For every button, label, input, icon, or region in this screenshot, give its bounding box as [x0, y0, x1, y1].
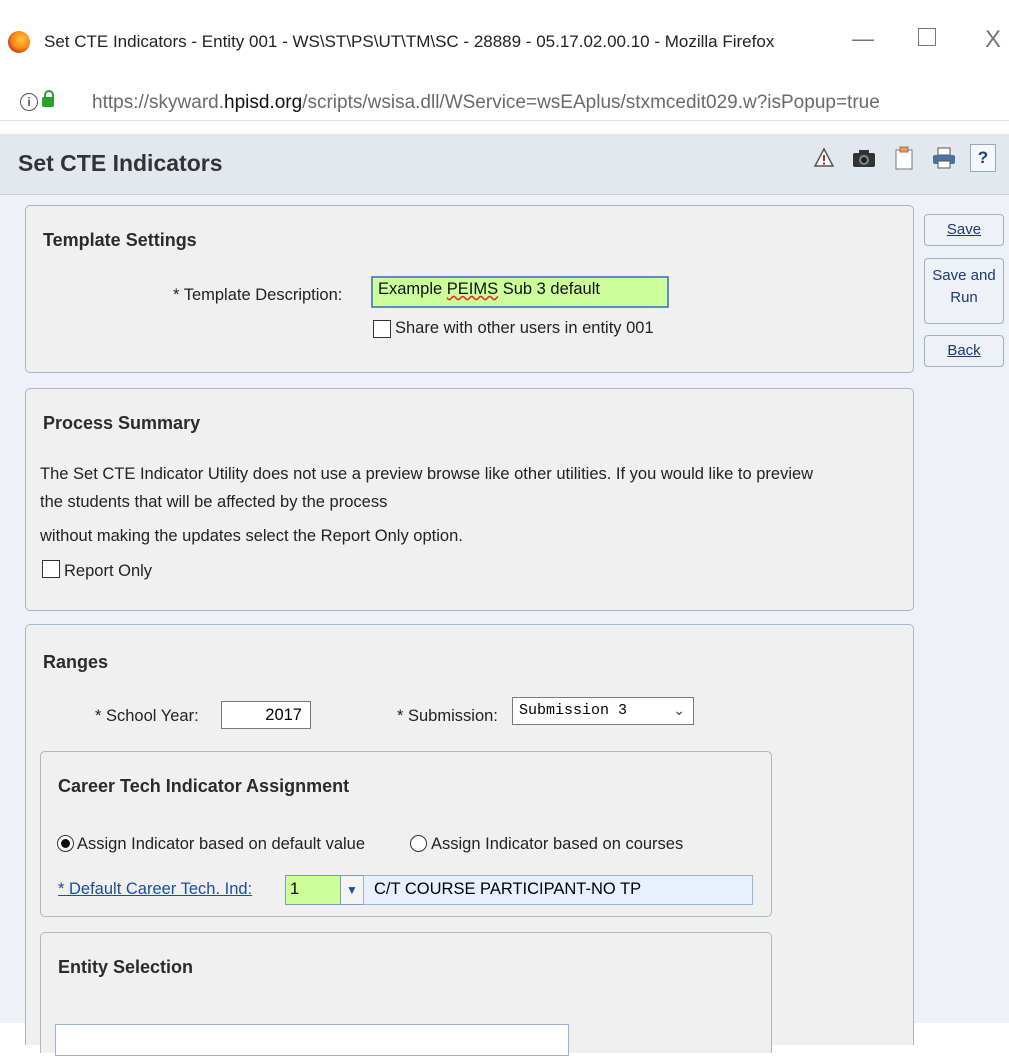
- page-title: Set CTE Indicators: [18, 150, 223, 176]
- career-tech-panel: Career Tech Indicator Assignment Assign …: [40, 751, 772, 917]
- default-career-tech-link[interactable]: * Default Career Tech. Ind:: [58, 880, 252, 899]
- app-header: Set CTE Indicators ?: [0, 134, 1009, 195]
- submission-select[interactable]: Submission 3 ⌄: [512, 697, 694, 725]
- template-description-label: * Template Description:: [173, 286, 343, 304]
- process-summary-line-3: without making the updates select the Re…: [40, 527, 463, 545]
- submission-label: * Submission:: [397, 707, 498, 725]
- help-button[interactable]: ?: [970, 144, 996, 172]
- default-career-tech-description: C/T COURSE PARTICIPANT-NO TP: [363, 875, 753, 905]
- lock-icon[interactable]: [42, 90, 54, 107]
- minimize-button[interactable]: —: [852, 26, 874, 52]
- template-settings-title: Template Settings: [43, 230, 197, 250]
- assign-courses-radio[interactable]: [410, 835, 427, 852]
- template-description-input[interactable]: Example PEIMS Sub 3 default: [371, 276, 669, 308]
- chevron-down-icon: ⌄: [673, 702, 685, 718]
- default-career-tech-input[interactable]: 1: [285, 875, 341, 905]
- save-button[interactable]: Save: [924, 214, 1004, 246]
- entity-selection-title: Entity Selection: [58, 957, 194, 977]
- report-only-checkbox[interactable]: [42, 560, 60, 578]
- share-label: Share with other users in entity 001: [395, 319, 654, 337]
- assign-default-radio[interactable]: [57, 835, 74, 852]
- process-summary-title: Process Summary: [43, 413, 201, 433]
- assign-courses-label: Assign Indicator based on courses: [431, 835, 684, 853]
- url-text[interactable]: https://skyward.hpisd.org/scripts/wsisa.…: [92, 92, 880, 114]
- camera-icon[interactable]: [850, 144, 878, 172]
- ranges-panel: Ranges * School Year: 2017 * Submission:…: [25, 624, 914, 1056]
- process-summary-panel: Process Summary The Set CTE Indicator Ut…: [25, 388, 914, 611]
- firefox-logo-icon: [8, 31, 30, 53]
- assign-default-label: Assign Indicator based on default value: [77, 835, 366, 853]
- alert-icon[interactable]: [810, 144, 838, 172]
- report-only-label: Report Only: [64, 562, 153, 580]
- share-checkbox[interactable]: [373, 320, 391, 338]
- career-tech-dropdown-icon[interactable]: ▼: [340, 875, 364, 905]
- school-year-label: * School Year:: [95, 707, 199, 725]
- school-year-input[interactable]: 2017: [221, 701, 311, 729]
- close-button[interactable]: X: [985, 26, 1001, 54]
- ranges-title: Ranges: [43, 652, 109, 672]
- save-and-run-button[interactable]: Save and Run: [924, 258, 1004, 324]
- entity-selection-panel: Entity Selection: [40, 932, 772, 1056]
- toolbar: ?: [810, 144, 996, 172]
- address-bar[interactable]: i https://skyward.hpisd.org/scripts/wsis…: [0, 86, 1009, 121]
- entity-selection-grid[interactable]: [55, 1024, 569, 1056]
- template-settings-panel: Template Settings * Template Description…: [25, 205, 914, 373]
- career-tech-title: Career Tech Indicator Assignment: [58, 776, 350, 796]
- maximize-button[interactable]: [918, 28, 936, 46]
- print-icon[interactable]: [930, 144, 958, 172]
- info-icon[interactable]: i: [20, 93, 38, 111]
- back-button[interactable]: Back: [924, 335, 1004, 367]
- process-summary-line-2: the students that will be affected by th…: [40, 493, 388, 511]
- clipboard-icon[interactable]: [890, 144, 918, 172]
- window-title: Set CTE Indicators - Entity 001 - WS\ST\…: [44, 32, 775, 51]
- window-titlebar: Set CTE Indicators - Entity 001 - WS\ST\…: [0, 0, 1009, 84]
- process-summary-line-1: The Set CTE Indicator Utility does not u…: [40, 465, 814, 483]
